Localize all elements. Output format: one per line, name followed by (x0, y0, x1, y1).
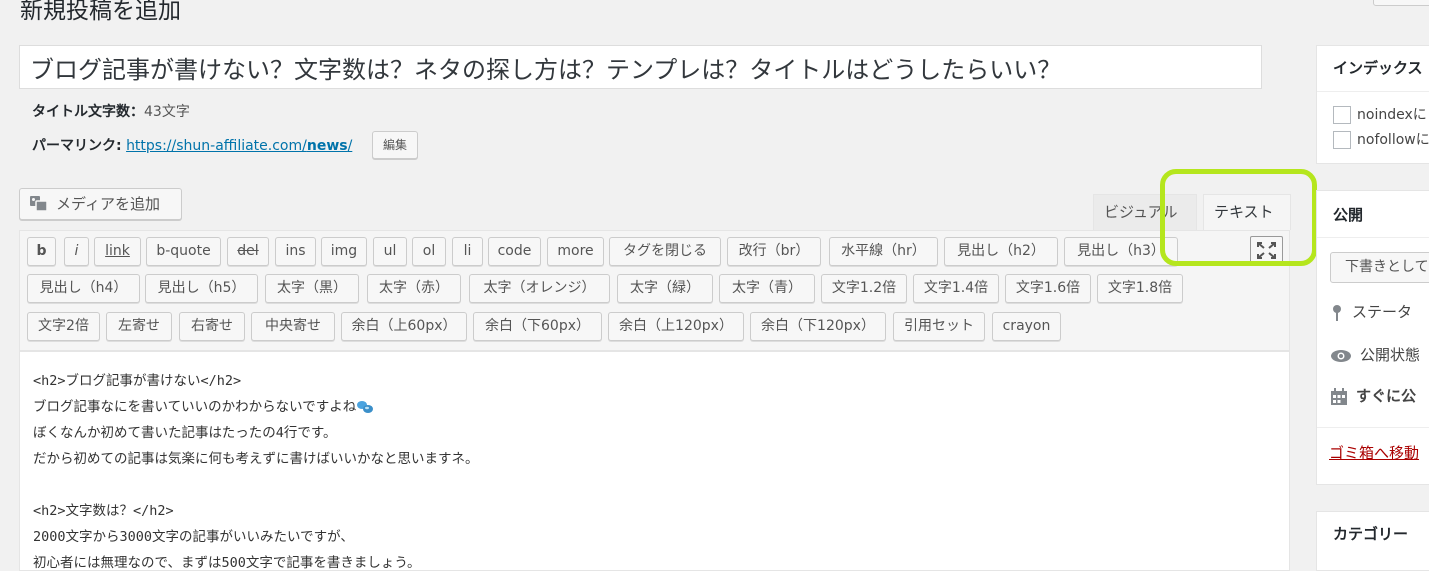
index-box-title: インデックス (1333, 59, 1423, 77)
quicktag-button[interactable]: b (27, 237, 56, 266)
quicktag-button[interactable]: 太字（オレンジ） (469, 274, 610, 303)
quicktag-button[interactable]: 文字1.2倍 (821, 274, 907, 303)
permalink-trail: / (347, 138, 353, 154)
quicktag-button[interactable]: 余白（上120px） (608, 312, 744, 341)
quicktag-button[interactable]: 見出し（h4） (27, 274, 140, 303)
screen-options-button[interactable] (1373, 0, 1429, 6)
quicktag-button[interactable]: 余白（下60px） (473, 312, 602, 341)
permalink-base: https://shun-affiliate.com/ (126, 138, 307, 154)
quicktag-button[interactable]: 文字2倍 (27, 312, 100, 341)
quicktag-button[interactable]: 余白（下120px） (750, 312, 886, 341)
eye-icon (1331, 349, 1351, 362)
content-line-6: <h2>文字数は？</h2> (33, 503, 174, 519)
nofollow-checkbox[interactable] (1333, 131, 1351, 149)
quicktag-button[interactable]: 文字1.6倍 (1005, 274, 1091, 303)
publish-box-divider (1317, 237, 1429, 238)
visibility-row: 公開状態 (1330, 344, 1420, 365)
quicktag-button[interactable]: ins (275, 237, 316, 266)
pin-icon (1333, 304, 1341, 321)
quicktag-button[interactable]: 文字1.4倍 (913, 274, 999, 303)
noindex-label: noindexに (1357, 107, 1427, 123)
quicktag-button[interactable]: 太字（赤） (367, 274, 461, 303)
quicktag-button[interactable]: i (64, 237, 89, 266)
nofollow-row[interactable]: nofollowに (1333, 129, 1429, 149)
post-title-input[interactable] (19, 45, 1262, 89)
quicktag-button[interactable]: code (488, 237, 541, 266)
schedule-row: すぐに公 (1330, 385, 1416, 406)
page-title: 新規投稿を追加 (20, 0, 181, 24)
save-draft-button[interactable]: 下書きとして (1330, 252, 1429, 283)
quicktag-button[interactable]: 水平線（hr） (829, 237, 938, 266)
quicktag-button[interactable]: 太字（青） (719, 274, 815, 303)
permalink-row: パーマリンク: https://shun-affiliate.com/news/ (32, 135, 352, 155)
noindex-checkbox[interactable] (1333, 106, 1351, 124)
quicktag-button[interactable]: 中央寄せ (251, 312, 335, 341)
publish-box-title: 公開 (1333, 206, 1364, 224)
quicktag-button[interactable]: img (321, 237, 367, 266)
content-line-3: ぼくなんか初めて書いた記事はたったの4行です。 (33, 425, 337, 441)
quicktag-button[interactable]: 太字（緑） (617, 274, 713, 303)
quicktag-button[interactable]: 改行（br） (727, 237, 821, 266)
title-count-value: 43文字 (144, 104, 190, 120)
quicktag-button[interactable]: 見出し（h3） (1064, 237, 1178, 266)
content-line-2: ブログ記事なにを書いていいのかわからないですよね (33, 394, 1276, 420)
tab-text[interactable]: テキスト (1203, 194, 1291, 230)
add-media-button[interactable]: メディアを追加 (19, 188, 182, 220)
media-icon (30, 196, 48, 212)
quicktag-button[interactable]: link (94, 237, 141, 266)
content-textarea[interactable]: <h2>ブログ記事が書けない</h2> ブログ記事なにを書いていいのかわからない… (19, 351, 1290, 571)
quicktag-button[interactable]: 余白（上60px） (341, 312, 467, 341)
quicktag-button[interactable]: 右寄せ (179, 312, 245, 341)
publish-box: 公開 下書きとして ステータ 公開状態 すぐに公 ゴミ箱へ移動 (1316, 190, 1429, 485)
content-line-8: 初心者には無理なので、まずは500文字で記事を書きましょう。 (33, 555, 421, 571)
sweat-emoji-icon (357, 401, 374, 413)
quicktag-button[interactable]: ol (412, 237, 446, 266)
category-box-title: カテゴリー (1333, 525, 1409, 543)
fullscreen-icon (1257, 242, 1276, 259)
quicktag-button[interactable]: 見出し（h2） (944, 237, 1058, 266)
content-line-2-text: ブログ記事なにを書いていいのかわからないですよね (33, 399, 357, 415)
quicktag-button[interactable]: ul (373, 237, 407, 266)
status-label: ステータ (1352, 303, 1413, 321)
noindex-row[interactable]: noindexに (1333, 104, 1427, 124)
permalink-link[interactable]: https://shun-affiliate.com/news/ (126, 138, 352, 154)
tab-visual[interactable]: ビジュアル (1093, 194, 1197, 230)
nofollow-label: nofollowに (1357, 132, 1429, 148)
fullscreen-button[interactable] (1250, 236, 1283, 265)
visibility-label: 公開状態 (1360, 346, 1421, 364)
quicktag-button[interactable]: 文字1.8倍 (1097, 274, 1183, 303)
permalink-slug: news (306, 138, 348, 154)
schedule-label: すぐに公 (1356, 387, 1417, 405)
permalink-edit-button[interactable]: 編集 (372, 131, 419, 159)
content-line-4: だから初めての記事は気楽に何も考えずに書けばいいかなと思いますネ。 (33, 451, 479, 467)
publish-actions-divider (1317, 427, 1429, 428)
quicktag-button[interactable]: 左寄せ (106, 312, 172, 341)
category-box: カテゴリー (1316, 511, 1429, 571)
index-box: インデックス noindexに nofollowに (1316, 45, 1429, 164)
calendar-icon (1331, 387, 1347, 405)
content-line-1: <h2>ブログ記事が書けない</h2> (33, 373, 242, 389)
content-line-5 (33, 472, 1276, 498)
quicktag-button[interactable]: b-quote (146, 237, 221, 266)
content-line-7: 2000文字から3000文字の記事がいいみたいですが、 (33, 529, 354, 545)
index-box-divider (1317, 91, 1429, 92)
permalink-label: パーマリンク: (32, 138, 122, 154)
quicktag-button[interactable]: 太字（黒） (265, 274, 359, 303)
quicktag-button[interactable]: crayon (992, 312, 1061, 341)
quicktag-button[interactable]: 見出し（h5） (145, 274, 258, 303)
quicktag-button[interactable]: li (452, 237, 483, 266)
status-row: ステータ (1330, 301, 1412, 322)
quicktag-button[interactable]: del (227, 237, 269, 266)
quicktag-button[interactable]: タグを閉じる (609, 237, 721, 266)
title-count: タイトル文字数：43文字 (32, 101, 190, 121)
quicktag-button[interactable]: more (547, 237, 604, 266)
add-media-label: メディアを追加 (56, 195, 160, 213)
title-count-label: タイトル文字数： (32, 104, 144, 120)
move-to-trash-link[interactable]: ゴミ箱へ移動 (1329, 442, 1419, 463)
quicktag-button[interactable]: 引用セット (893, 312, 985, 341)
